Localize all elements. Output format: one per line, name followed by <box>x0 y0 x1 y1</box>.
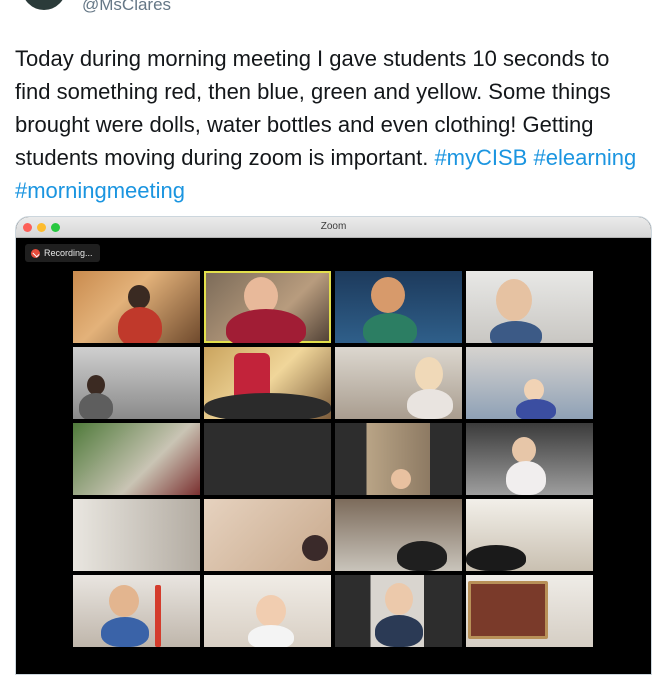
participant-figure <box>496 279 532 321</box>
participant-figure <box>506 461 546 495</box>
participant-video-tile[interactable] <box>204 575 331 647</box>
participant-video-tile-active-speaker[interactable] <box>204 271 331 343</box>
participant-figure <box>397 541 447 571</box>
tweet-media-image[interactable]: Zoom Recording... <box>15 216 652 675</box>
hashtag-elearning[interactable]: #elearning <box>533 145 636 170</box>
avatar[interactable] <box>20 0 68 12</box>
recording-label: Recording... <box>44 248 93 258</box>
participant-video-tile[interactable] <box>204 499 331 571</box>
participant-figure <box>101 617 149 647</box>
window-title: Zoom <box>320 221 347 232</box>
participant-figure <box>415 357 443 391</box>
tweet-header: @MsClares <box>0 0 660 22</box>
participant-figure <box>256 595 286 627</box>
user-handle[interactable]: @MsClares <box>82 0 171 15</box>
participant-figure <box>79 393 113 419</box>
participant-figure <box>490 321 542 343</box>
participant-figure <box>512 437 536 463</box>
participant-figure <box>524 379 544 401</box>
participant-video-tile[interactable] <box>466 347 593 419</box>
participant-video-tile[interactable] <box>335 347 462 419</box>
participant-figure <box>87 375 105 395</box>
tweet-text: Today during morning meeting I gave stud… <box>15 42 645 207</box>
participant-video-tile[interactable] <box>466 423 593 495</box>
participant-figure <box>128 285 150 309</box>
participant-video-tile[interactable] <box>335 271 462 343</box>
wall-painting <box>468 581 548 639</box>
participant-figure <box>248 625 294 647</box>
participant-figure <box>385 583 413 615</box>
participant-figure <box>226 309 306 343</box>
zoom-title-bar: Zoom <box>16 217 651 238</box>
participant-video-tile[interactable] <box>73 347 200 419</box>
participant-figure <box>407 389 453 419</box>
participant-video-tile[interactable] <box>335 423 462 495</box>
participant-figure <box>118 307 162 343</box>
participant-video-tile[interactable] <box>73 271 200 343</box>
participant-video-tile[interactable] <box>335 499 462 571</box>
participant-video-tile[interactable] <box>73 423 200 495</box>
participant-figure <box>391 469 411 489</box>
participant-figure <box>516 399 556 419</box>
recording-indicator[interactable]: Recording... <box>25 244 100 262</box>
participant-video-tile-camera-off[interactable] <box>204 423 331 495</box>
participant-video-tile[interactable] <box>204 347 331 419</box>
participant-video-tile[interactable] <box>335 575 462 647</box>
participant-figure <box>109 585 139 617</box>
participant-figure <box>204 393 331 419</box>
participant-gallery <box>73 271 595 647</box>
participant-figure <box>466 545 526 571</box>
participant-video-tile[interactable] <box>73 499 200 571</box>
hashtag-mycisb[interactable]: #myCISB <box>434 145 527 170</box>
participant-figure <box>302 535 328 561</box>
participant-video-tile[interactable] <box>466 271 593 343</box>
participant-figure <box>155 585 161 647</box>
participant-figure <box>363 313 417 343</box>
participant-figure <box>375 615 423 647</box>
participant-figure <box>371 277 405 313</box>
recording-cloud-icon <box>31 248 40 258</box>
participant-video-tile[interactable] <box>466 499 593 571</box>
hashtag-morningmeeting[interactable]: #morningmeeting <box>15 178 185 203</box>
participant-video-tile[interactable] <box>466 575 593 647</box>
participant-video-tile[interactable] <box>73 575 200 647</box>
